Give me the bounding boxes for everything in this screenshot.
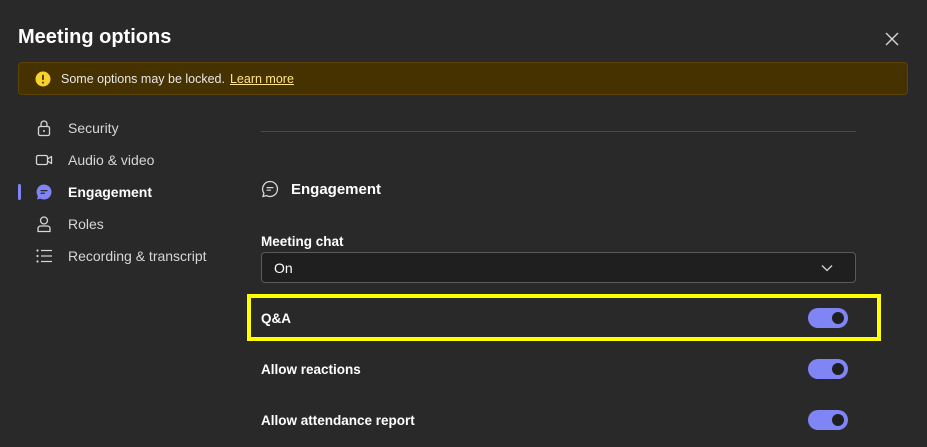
section-title: Engagement (291, 180, 382, 198)
meeting-chat-label: Meeting chat (261, 234, 344, 249)
allow-attendance-report-row: Allow attendance report (261, 405, 856, 435)
chat-bubble-icon (35, 183, 53, 201)
allow-attendance-report-toggle[interactable] (808, 410, 848, 430)
chat-bubble-icon (261, 180, 279, 198)
allow-attendance-report-label: Allow attendance report (261, 412, 415, 428)
sidebar-item-label: Recording & transcript (68, 248, 207, 264)
sidebar-item-audio-video[interactable]: Audio & video (0, 144, 240, 176)
sidebar-item-security[interactable]: Security (0, 112, 240, 144)
meeting-chat-value: On (274, 259, 293, 276)
sidebar-item-label: Security (68, 120, 119, 136)
meeting-chat-dropdown[interactable]: On (261, 252, 856, 283)
qa-highlight-box (247, 294, 881, 341)
warning-icon (35, 71, 51, 87)
toggle-knob (832, 363, 844, 375)
allow-reactions-label: Allow reactions (261, 361, 361, 377)
person-icon (35, 215, 53, 233)
sidebar-item-engagement[interactable]: Engagement (0, 176, 240, 208)
dialog-title: Meeting options (18, 26, 172, 48)
sidebar-item-roles[interactable]: Roles (0, 208, 240, 240)
sidebar-nav: Security Audio & video Engagement Roles … (0, 112, 240, 272)
meeting-options-dialog: Meeting options Some options may be lock… (0, 0, 927, 447)
close-button[interactable] (880, 28, 904, 50)
close-icon (885, 32, 899, 46)
list-icon (35, 247, 53, 265)
sidebar-item-label: Engagement (68, 184, 153, 200)
toggle-knob (832, 414, 844, 426)
sidebar-item-label: Audio & video (68, 152, 155, 168)
learn-more-link[interactable]: Learn more (230, 72, 294, 86)
allow-reactions-toggle[interactable] (808, 359, 848, 379)
banner-message: Some options may be locked. (61, 71, 225, 86)
locked-options-banner: Some options may be locked. Learn more (18, 62, 908, 95)
chevron-down-icon (821, 264, 833, 271)
sidebar-item-label: Roles (68, 216, 104, 232)
engagement-section-heading: Engagement (261, 180, 381, 198)
sidebar-item-recording-transcript[interactable]: Recording & transcript (0, 240, 240, 272)
lock-icon (35, 119, 53, 137)
section-divider (261, 131, 856, 132)
allow-reactions-row: Allow reactions (261, 354, 856, 384)
video-camera-icon (35, 151, 53, 169)
